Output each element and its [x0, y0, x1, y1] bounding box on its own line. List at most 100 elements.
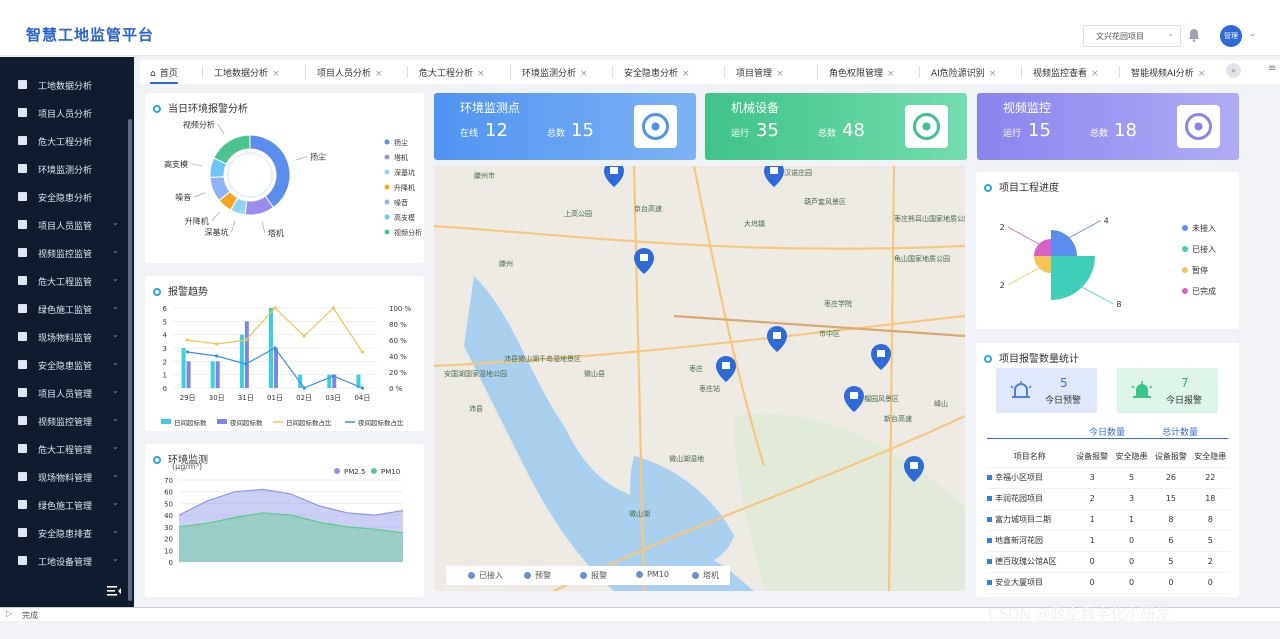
- sidebar-item[interactable]: 现场物料管理 ⌄: [0, 464, 134, 490]
- table-row[interactable]: 安业大厦项目 0 0 0 0: [987, 572, 1230, 593]
- card-key: 在线: [460, 129, 479, 139]
- y2-tick-label: 20 %: [389, 369, 407, 377]
- app-title: 智慧工地监管平台: [26, 26, 155, 44]
- legend-marker: [161, 419, 171, 424]
- tab-label: 安全隐患分析: [624, 69, 679, 79]
- sidebar-item[interactable]: 危大工程管理 ⌄: [0, 436, 134, 462]
- today-alarm-box: 7 今日报警: [1117, 368, 1218, 413]
- sidebar-item[interactable]: 绿色施工监管 ⌄: [0, 296, 134, 322]
- rose-slice: [1034, 239, 1051, 256]
- x-tick-label: 03日: [325, 394, 341, 402]
- sidebar-item[interactable]: 危大工程监管 ⌄: [0, 268, 134, 294]
- tab-total-count[interactable]: 总计数量: [1162, 425, 1198, 438]
- close-icon[interactable]: ×: [887, 69, 895, 79]
- table-row[interactable]: 幸福小区项目 3 5 26 22: [987, 467, 1230, 488]
- bar: [269, 308, 273, 388]
- map-place-label: 葫芦套风景区: [804, 197, 846, 206]
- tab-11[interactable]: 智能视频AI分析 ×: [1131, 60, 1205, 84]
- sidebar-item[interactable]: 项目人员管理 ⌄: [0, 380, 134, 406]
- legend-label: 塔机: [703, 571, 719, 580]
- legend-marker: [334, 468, 340, 474]
- table-cell: 0: [1129, 557, 1135, 566]
- table-row[interactable]: 德百玫瑰公馆A区 0 0 5 2: [987, 551, 1230, 572]
- map-canvas[interactable]: 汉诺庄园葫芦套风景区 滕州市枣庄熊耳山国家地质公园龟山国家地质公园 上高公园滕州 京台…: [434, 166, 965, 591]
- camera-icon: [1177, 105, 1220, 148]
- table-row[interactable]: 富力城项目二期 1 1 8 8: [987, 509, 1230, 530]
- menu-icon: [18, 192, 27, 201]
- avatar[interactable]: 管理: [1220, 25, 1242, 47]
- sidebar-scrollbar[interactable]: [128, 119, 132, 601]
- map-legend-item[interactable]: 已接入: [468, 570, 503, 581]
- card-key: 总数: [818, 129, 837, 139]
- sidebar-item[interactable]: 视频监控管理 ⌄: [0, 408, 134, 434]
- tab-3[interactable]: 项目人员分析 ×: [317, 60, 383, 84]
- line-point: [302, 334, 306, 338]
- map-view[interactable]: 汉诺庄园 葫芦套风景区 滕州市 枣庄熊耳山国家地质公园 龟山国家地质公园 上高公园 滕州 京台…: [434, 166, 965, 591]
- table-row[interactable]: 丰润花园项目 2 3 15 18: [987, 488, 1230, 509]
- collapse-menu-icon[interactable]: [107, 586, 121, 596]
- green-area: [734, 413, 965, 591]
- kpi-card[interactable]: 环境监测点 在线 12 总数 15: [434, 93, 696, 160]
- sidebar-item[interactable]: 视频监控监管 ⌄: [0, 240, 134, 266]
- table-row[interactable]: 地鑫新河花园 1 0 6 5: [987, 530, 1230, 551]
- tab-9[interactable]: AI危险源识别 ×: [931, 60, 996, 84]
- tab-2[interactable]: 工地数据分析 ×: [214, 60, 280, 84]
- close-icon[interactable]: ×: [682, 69, 690, 79]
- tab-1[interactable]: ⌂ 首页: [150, 60, 178, 84]
- table-cell: 安业大厦项目: [987, 572, 1072, 593]
- close-icon[interactable]: ×: [580, 69, 588, 79]
- sidebar-item[interactable]: 项目人员分析: [0, 100, 134, 126]
- sidebar-item[interactable]: 现场物料监管 ⌄: [0, 324, 134, 350]
- map-legend-item[interactable]: 预警: [524, 570, 551, 581]
- stats-divider: [987, 438, 1228, 439]
- sidebar-item[interactable]: 危大工程分析: [0, 128, 134, 154]
- close-icon[interactable]: ×: [375, 69, 383, 79]
- sidebar-item[interactable]: 环境监测分析: [0, 156, 134, 182]
- close-icon[interactable]: ×: [989, 69, 997, 79]
- tab-5[interactable]: 环境监测分析 ×: [522, 60, 588, 84]
- sidebar-item[interactable]: 工地设备管理 ⌄: [0, 548, 134, 574]
- sidebar-item[interactable]: 项目人员监管 ⌄: [0, 212, 134, 238]
- today-alarm-label: 今日报警: [1166, 396, 1203, 406]
- alarm-light-icon: [1131, 381, 1153, 398]
- map-legend-item[interactable]: 塔机: [692, 570, 719, 581]
- tabs-more-button[interactable]: »: [1226, 63, 1241, 78]
- map-legend-item[interactable]: 报警: [580, 570, 607, 581]
- menu-icon: [18, 388, 27, 397]
- tab-separator: [407, 66, 408, 78]
- close-icon[interactable]: ×: [477, 69, 485, 79]
- close-icon[interactable]: ×: [1198, 69, 1206, 79]
- line-point: [244, 338, 248, 342]
- bell-icon[interactable]: [1188, 28, 1200, 42]
- env-area-chart: 0 10 20 30 40 50 60 70 PM2.5 PM10: [164, 468, 404, 567]
- slice-label: 扬尘: [310, 151, 326, 161]
- x-tick-label: 30日: [209, 394, 225, 402]
- chevron-down-icon[interactable]: ⌄: [1249, 29, 1256, 38]
- table-cell: 26: [1165, 473, 1177, 482]
- sidebar-item[interactable]: 安全隐患分析: [0, 184, 134, 210]
- tab-8[interactable]: 角色权限管理 ×: [829, 60, 895, 84]
- close-icon[interactable]: ×: [272, 69, 280, 79]
- tab-4[interactable]: 危大工程分析 ×: [419, 60, 485, 84]
- play-icon: ▷: [6, 609, 13, 618]
- close-icon[interactable]: ×: [776, 69, 784, 79]
- sidebar-item[interactable]: 绿色施工管理 ⌄: [0, 492, 134, 518]
- table-cell: 富力城项目二期: [987, 509, 1072, 530]
- tabs-menu-icon[interactable]: ≡: [1268, 63, 1276, 74]
- kpi-card[interactable]: 机械设备 运行 35 总数 48: [705, 93, 967, 160]
- legend-label: PM10: [647, 570, 669, 579]
- sidebar-item[interactable]: 工地数据分析: [0, 72, 134, 98]
- tab-10[interactable]: 视频监控查看 ×: [1033, 60, 1099, 84]
- legend-label: 视频分析: [394, 228, 422, 237]
- project-select[interactable]: 文兴花园项目 ⌄: [1083, 25, 1181, 47]
- tab-6[interactable]: 安全隐患分析 ×: [624, 60, 690, 84]
- tab-7[interactable]: 项目管理 ×: [736, 60, 784, 84]
- sidebar-item[interactable]: 安全隐患监管 ⌄: [0, 352, 134, 378]
- sidebar-item[interactable]: 安全隐患排查 ⌄: [0, 520, 134, 546]
- kpi-card[interactable]: 视频监控 运行 15 总数 18: [977, 93, 1239, 160]
- sidebar-item-label: 项目人员管理: [38, 390, 93, 400]
- tab-today-count[interactable]: 今日数量: [1089, 425, 1125, 438]
- tab-label: 环境监测分析: [522, 69, 577, 79]
- map-legend-item[interactable]: PM10: [636, 570, 669, 579]
- close-icon[interactable]: ×: [1091, 69, 1099, 79]
